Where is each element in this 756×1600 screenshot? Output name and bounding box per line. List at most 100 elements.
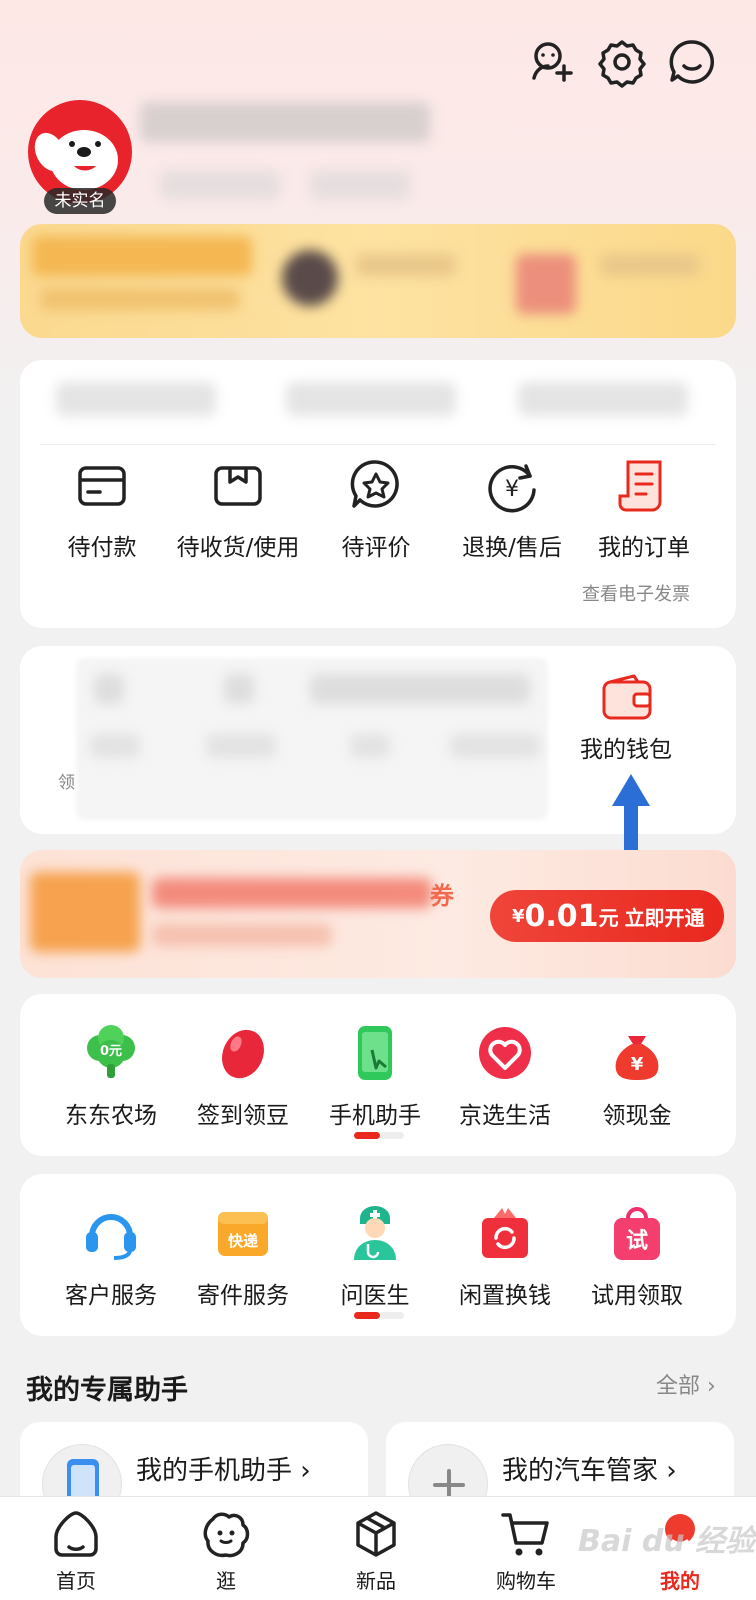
banner-blurred-text [40, 288, 240, 310]
promo-trailing-text: 券 [430, 882, 454, 910]
order-list-icon [616, 458, 672, 514]
service-sell-idle[interactable]: 闲置换钱 [440, 1204, 570, 1310]
asset-blurred [450, 734, 540, 758]
section-title: 我的专属助手 [26, 1375, 188, 1406]
browse-face-icon [199, 1507, 253, 1561]
assistant-card-title: 我的手机助手 [136, 1456, 293, 1486]
new-cube-icon [349, 1507, 403, 1561]
stat-blurred [56, 382, 216, 416]
chevron-right-icon: › [707, 1374, 716, 1399]
service-label: 试用领取 [591, 1283, 683, 1309]
tab-home[interactable]: 首页 [26, 1507, 126, 1594]
svg-text:0元: 0元 [100, 1044, 122, 1059]
banner-blurred-text [32, 236, 252, 276]
tab-browse[interactable]: 逛 [176, 1507, 276, 1594]
view-all-label: 全部 [656, 1374, 701, 1399]
banner-blurred-text [600, 254, 700, 276]
open-now-button[interactable]: ¥0.01 元立即开通 [490, 890, 724, 942]
doctor-icon [346, 1204, 404, 1262]
tab-label: 新品 [356, 1569, 396, 1593]
page-indicator [354, 1312, 404, 1319]
service-trial[interactable]: 试 试用领取 [572, 1204, 702, 1310]
order-my-orders[interactable]: 我的订单 [574, 458, 714, 562]
phone-assistant-icon [346, 1024, 404, 1082]
asset-blurred [206, 734, 276, 758]
stat-blurred [286, 382, 456, 416]
service-label: 客户服务 [65, 1283, 157, 1309]
cart-icon [499, 1507, 553, 1561]
service-customer-service[interactable]: 客户服务 [46, 1204, 176, 1310]
order-label: 待收货/使用 [176, 535, 300, 561]
assistant-card-title: 我的汽车管家 [502, 1456, 659, 1486]
trial-bag-icon: 试 [608, 1204, 666, 1262]
service-dongdong-farm[interactable]: 0元 东东农场 [46, 1024, 176, 1130]
promo-unit: 元 [598, 905, 619, 930]
chevron-right-icon: › [300, 1456, 311, 1486]
message-icon[interactable] [666, 36, 718, 88]
promo-blurred-text [152, 878, 432, 908]
home-icon [49, 1507, 103, 1561]
order-after-sales[interactable]: ¥ 退换/售后 [442, 458, 582, 562]
farm-tree-icon: 0元 [82, 1024, 140, 1082]
promo-blurred-text [152, 924, 332, 946]
order-pending-review[interactable]: 待评价 [306, 458, 446, 562]
tab-label: 购物车 [496, 1569, 556, 1593]
add-friend-icon[interactable] [526, 36, 578, 88]
service-ask-doctor[interactable]: 问医生 [310, 1204, 440, 1310]
headset-icon [82, 1204, 140, 1262]
review-star-icon [348, 458, 404, 514]
order-pending-receipt[interactable]: 待收货/使用 [168, 458, 308, 562]
watermark: Bai du 经验 [578, 1524, 756, 1559]
username-blurred [140, 102, 430, 142]
heart-life-icon [476, 1024, 534, 1082]
chevron-right-icon: › [666, 1456, 677, 1486]
service-label: 问医生 [340, 1283, 410, 1309]
svg-text:¥: ¥ [631, 1054, 644, 1075]
tab-cart[interactable]: 购物车 [476, 1507, 576, 1594]
express-box-icon: 快递 [214, 1204, 272, 1262]
wallet-card-icon [74, 458, 130, 514]
banner-blurred-text [356, 254, 456, 276]
tab-label: 我的 [660, 1569, 700, 1593]
service-claim-cash[interactable]: ¥ 领现金 [572, 1024, 702, 1130]
service-label: 寄件服务 [197, 1283, 289, 1309]
asset-blurred [350, 734, 390, 758]
service-label: 签到领豆 [197, 1103, 289, 1129]
tab-new[interactable]: 新品 [326, 1507, 426, 1594]
service-label: 京选生活 [459, 1103, 551, 1129]
service-checkin-beans[interactable]: 签到领豆 [178, 1024, 308, 1130]
money-bag-icon: ¥ [608, 1024, 666, 1082]
service-jingxuan-life[interactable]: 京选生活 [440, 1024, 570, 1130]
order-label: 我的订单 [598, 535, 690, 561]
wallet-icon[interactable] [600, 674, 656, 724]
order-pending-payment[interactable]: 待付款 [32, 458, 172, 562]
service-label: 手机助手 [329, 1103, 421, 1129]
svg-text:¥: ¥ [505, 477, 519, 502]
settings-icon[interactable] [596, 36, 648, 88]
package-icon [210, 458, 266, 514]
order-label: 待付款 [67, 535, 137, 561]
my-wallet-label[interactable]: 我的钱包 [580, 730, 672, 764]
view-all-link[interactable]: 全部 › [656, 1368, 716, 1400]
promo-cta: 立即开通 [624, 905, 705, 930]
invoice-link[interactable]: 查看电子发票 [582, 580, 690, 606]
divider [40, 444, 716, 445]
stat-blurred [518, 382, 688, 416]
currency-symbol: ¥ [512, 905, 525, 927]
real-name-badge[interactable]: 未实名 [44, 188, 116, 214]
membership-banner[interactable] [20, 224, 736, 338]
recycle-gift-icon [476, 1204, 534, 1262]
asset-blurred [90, 734, 140, 758]
jingdou-bean-icon [214, 1024, 272, 1082]
promo-blurred-image [30, 872, 140, 952]
asset-blurred [224, 674, 254, 704]
banner-blurred-icon [282, 250, 338, 306]
profile-tag-blurred [310, 170, 410, 200]
service-express[interactable]: 快递 寄件服务 [178, 1204, 308, 1310]
svg-text:试: 试 [626, 1229, 648, 1254]
tab-label: 首页 [56, 1569, 96, 1593]
service-phone-assistant[interactable]: 手机助手 [310, 1024, 440, 1130]
service-label: 领现金 [602, 1103, 672, 1129]
promo-amount: 0.01 [524, 898, 599, 934]
profile-tag-blurred [160, 170, 280, 200]
